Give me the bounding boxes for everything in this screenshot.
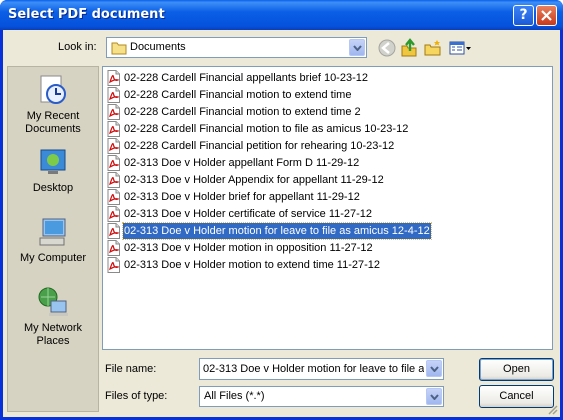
file-list-item[interactable]: 02-228 Cardell Financial motion to exten… — [106, 103, 362, 120]
place-my-network-places[interactable]: My Network Places — [8, 285, 98, 348]
chevron-down-icon — [353, 45, 362, 51]
files-of-type-dropdown-arrow[interactable] — [426, 388, 442, 405]
file-list-item[interactable]: 02-228 Cardell Financial motion to file … — [106, 120, 409, 137]
pdf-file-icon — [107, 205, 120, 222]
files-of-type-dropdown[interactable]: All Files (*.*) — [199, 386, 444, 407]
files-of-type-label: Files of type: — [105, 390, 168, 402]
file-list-item[interactable]: 02-313 Doe v Holder Appendix for appella… — [106, 171, 385, 188]
file-list-item[interactable]: 02-313 Doe v Holder motion for leave to … — [106, 221, 432, 240]
close-button[interactable] — [536, 5, 557, 26]
file-name-text: 02-313 Doe v Holder motion to extend tim… — [124, 258, 380, 271]
place-label: Desktop — [32, 182, 74, 194]
file-name-input[interactable] — [200, 359, 424, 379]
open-button[interactable]: Open — [479, 358, 554, 381]
pdf-file-icon — [107, 171, 120, 188]
file-name-label: File name: — [105, 363, 157, 375]
select-pdf-dialog: Select PDF document ? Look in: Documents — [0, 0, 563, 420]
file-name-text: 02-313 Doe v Holder motion in opposition… — [124, 241, 373, 254]
recent-documents-icon — [40, 75, 66, 104]
pdf-file-icon — [107, 69, 120, 86]
back-icon[interactable] — [377, 38, 397, 58]
files-of-type-value: All Files (*.*) — [204, 390, 265, 402]
my-computer-icon — [39, 218, 66, 246]
network-places-icon — [38, 287, 68, 316]
close-icon — [541, 10, 552, 21]
file-name-text: 02-313 Doe v Holder Appendix for appella… — [124, 173, 384, 186]
help-button[interactable]: ? — [513, 5, 534, 26]
look-in-label: Look in: — [58, 41, 97, 53]
desktop-icon — [40, 149, 66, 174]
file-name-text: 02-313 Doe v Holder brief for appellant … — [124, 190, 360, 203]
file-name-text: 02-313 Doe v Holder certificate of servi… — [124, 207, 373, 220]
place-my-recent-documents[interactable]: My Recent Documents — [8, 73, 98, 136]
place-label: My Network Places — [23, 322, 83, 347]
place-desktop[interactable]: Desktop — [8, 145, 98, 195]
view-menu-icon[interactable] — [448, 38, 472, 58]
pdf-file-icon — [107, 188, 120, 205]
pdf-file-icon — [107, 120, 120, 137]
up-folder-icon[interactable] — [399, 38, 419, 58]
pdf-file-icon — [107, 137, 120, 154]
file-name-text: 02-313 Doe v Holder motion for leave to … — [122, 221, 432, 240]
pdf-file-icon — [107, 222, 120, 239]
file-name-combo[interactable] — [199, 358, 444, 380]
chevron-down-icon — [430, 366, 439, 372]
file-list-item[interactable]: 02-313 Doe v Holder brief for appellant … — [106, 188, 361, 205]
look-in-dropdown[interactable]: Documents — [106, 37, 367, 58]
pdf-file-icon — [107, 256, 120, 273]
look-in-dropdown-arrow[interactable] — [349, 39, 365, 56]
file-list-item[interactable]: 02-228 Cardell Financial appellants brie… — [106, 69, 369, 86]
chevron-down-icon — [430, 394, 439, 400]
file-list-item[interactable]: 02-313 Doe v Holder motion to extend tim… — [106, 256, 381, 273]
look-in-value: Documents — [130, 41, 186, 53]
pdf-file-icon — [107, 154, 120, 171]
place-label: My Recent Documents — [25, 110, 81, 135]
file-list-item[interactable]: 02-228 Cardell Financial motion to exten… — [106, 86, 352, 103]
place-my-computer[interactable]: My Computer — [8, 215, 98, 265]
dialog-body: Look in: Documents My Recent Documents D… — [3, 30, 560, 417]
file-list-item[interactable]: 02-313 Doe v Holder certificate of servi… — [106, 205, 373, 222]
pdf-file-icon — [107, 103, 120, 120]
file-list-item[interactable]: 02-228 Cardell Financial petition for re… — [106, 137, 395, 154]
new-folder-icon[interactable] — [423, 38, 443, 58]
pdf-file-icon — [107, 239, 120, 256]
file-list-item[interactable]: 02-313 Doe v Holder appellant Form D 11-… — [106, 154, 360, 171]
file-list-item[interactable]: 02-313 Doe v Holder motion in opposition… — [106, 239, 374, 256]
place-label: My Computer — [19, 252, 87, 264]
file-list[interactable]: 02-228 Cardell Financial appellants brie… — [102, 66, 553, 350]
file-name-text: 02-228 Cardell Financial motion to exten… — [124, 105, 361, 118]
file-name-text: 02-228 Cardell Financial petition for re… — [124, 139, 395, 152]
pdf-file-icon — [107, 86, 120, 103]
resize-grip-icon[interactable] — [547, 404, 558, 415]
folder-icon — [111, 42, 127, 55]
places-bar: My RecentDocuments Desktop My Computer — [7, 66, 99, 412]
title-bar[interactable]: Select PDF document ? — [0, 0, 563, 30]
file-name-text: 02-228 Cardell Financial appellants brie… — [124, 71, 368, 84]
dialog-title: Select PDF document — [8, 7, 165, 22]
file-name-text: 02-228 Cardell Financial motion to exten… — [124, 88, 352, 101]
file-name-text: 02-228 Cardell Financial motion to file … — [124, 122, 409, 135]
file-name-text: 02-313 Doe v Holder appellant Form D 11-… — [124, 156, 360, 169]
cancel-button[interactable]: Cancel — [479, 385, 554, 408]
file-name-dropdown-arrow[interactable] — [426, 360, 442, 377]
